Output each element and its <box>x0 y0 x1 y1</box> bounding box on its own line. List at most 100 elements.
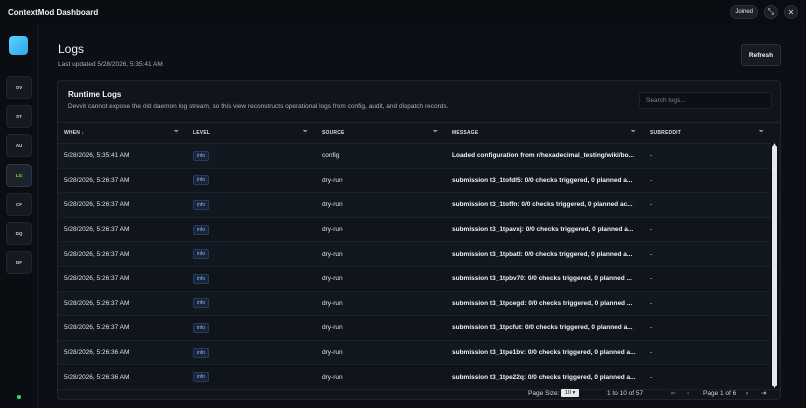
cell-message: submission t3_1tpavxj: 0/0 checks trigge… <box>452 226 634 234</box>
cell-when: 5/28/2026, 5:26:37 AM <box>64 176 130 184</box>
cell-when: 5/28/2026, 5:26:37 AM <box>64 324 130 332</box>
first-page-icon[interactable]: ⇤ <box>671 389 676 397</box>
level-badge: info <box>193 322 210 333</box>
sidebar-item-label: CF <box>16 202 22 207</box>
level-badge: info <box>193 150 210 161</box>
next-page-icon[interactable]: › <box>746 390 748 397</box>
cell-source: dry-run <box>322 373 343 381</box>
cell-source: dry-run <box>322 349 343 357</box>
cell-when: 5/28/2026, 5:26:37 AM <box>64 226 130 234</box>
status-dot-icon <box>17 395 21 399</box>
page-size-select[interactable]: 10 ▾ <box>561 389 579 397</box>
level-badge: info <box>193 298 210 309</box>
filter-icon[interactable]: ⏷ <box>759 129 764 135</box>
table-row[interactable]: 5/28/2026, 5:26:37 AM info dry-run submissi… <box>58 193 780 218</box>
cell-message: submission t3_1tpcegd: 0/0 checks trigge… <box>452 299 633 307</box>
cell-source: dry-run <box>322 299 343 307</box>
sidebar-item-df[interactable]: DF <box>6 251 32 274</box>
table-row[interactable]: 5/28/2026, 5:26:37 AM info dry-run submissi… <box>58 267 780 292</box>
table-row[interactable]: 5/28/2026, 5:26:37 AM info dry-run submissi… <box>58 242 780 267</box>
last-page-icon[interactable]: ⇥ <box>761 389 766 397</box>
level-badge: info <box>193 372 210 383</box>
scroll-up-icon[interactable]: ▲ <box>772 142 777 148</box>
cell-message: submission t3_1tpbatl: 0/0 checks trigge… <box>452 250 633 258</box>
column-label: MESSAGE <box>452 130 479 136</box>
column-header-subreddit[interactable]: SUBREDDIT ⏷ <box>644 122 772 144</box>
cell-source: dry-run <box>322 201 343 209</box>
sidebar-item-cf[interactable]: CF <box>6 193 32 216</box>
cell-message: submission t3_1tpbv70: 0/0 checks trigge… <box>452 275 632 283</box>
top-bar: ContextMod Dashboard Joined ⤡ ✕ <box>0 0 806 24</box>
cell-when: 5/28/2026, 5:26:37 AM <box>64 250 130 258</box>
cell-level: info <box>187 199 316 210</box>
sidebar-item-dq[interactable]: DQ <box>6 222 32 245</box>
cell-level: info <box>187 347 316 358</box>
page-indicator: Page 1 of 6 <box>703 389 737 397</box>
runtime-logs-card: Runtime Logs Devvit cannot expose the ol… <box>57 80 781 400</box>
column-header-source[interactable]: SOURCE ⏷ <box>316 122 446 144</box>
refresh-button[interactable]: Refresh <box>741 44 781 66</box>
table-row[interactable]: 5/28/2026, 5:35:41 AM info config Loaded co… <box>58 144 780 169</box>
filter-icon[interactable]: ⏷ <box>433 129 438 135</box>
cell-message: submission t3_1tpe1bv: 0/0 checks trigge… <box>452 349 636 357</box>
column-label: SUBREDDIT <box>650 130 681 136</box>
search-input[interactable] <box>639 92 772 109</box>
cell-subreddit: - <box>650 226 653 234</box>
sidebar-item-label: AU <box>15 143 23 148</box>
prev-page-icon[interactable]: ‹ <box>687 390 689 397</box>
close-icon[interactable]: ✕ <box>784 5 798 19</box>
cell-level: info <box>187 150 316 161</box>
table-row[interactable]: 5/28/2026, 5:26:37 AM info dry-run submissi… <box>58 169 780 194</box>
app-logo[interactable] <box>9 36 28 55</box>
cell-subreddit: - <box>650 176 653 184</box>
expand-icon[interactable]: ⤡ <box>764 5 778 19</box>
sidebar-item-label: ST <box>16 114 22 119</box>
column-header-level[interactable]: LEVEL ⏷ <box>187 122 316 144</box>
table-row[interactable]: 5/28/2026, 5:26:36 AM info dry-run submissi… <box>58 340 780 366</box>
cell-when: 5/28/2026, 5:35:41 AM <box>64 152 130 160</box>
cell-subreddit: - <box>650 324 653 332</box>
joined-button[interactable]: Joined <box>730 5 758 19</box>
last-updated: Last updated 5/28/2026, 5:35:41 AM <box>58 61 163 68</box>
level-badge: info <box>193 199 210 210</box>
filter-icon[interactable]: ⏷ <box>174 129 179 135</box>
cell-level: info <box>187 298 316 309</box>
sidebar-item-label: DF <box>16 260 22 265</box>
app-title: ContextMod Dashboard <box>8 7 99 17</box>
table-header: WHEN ↓ ⏷ LEVEL ⏷ SOURCE ⏷ MESSAGE ⏷ SUBREDDI… <box>58 122 780 144</box>
chevron-down-icon: ▾ <box>572 390 576 396</box>
cell-level: info <box>187 322 316 333</box>
top-actions: Joined ⤡ ✕ <box>730 5 798 19</box>
cell-subreddit: - <box>650 250 653 258</box>
cell-level: info <box>187 372 316 383</box>
cell-level: info <box>187 224 316 235</box>
sidebar-item-ov[interactable]: OV <box>6 76 32 99</box>
sidebar-item-lg[interactable]: LG <box>6 164 32 187</box>
table-row[interactable]: 5/28/2026, 5:26:37 AM info dry-run submissi… <box>58 218 780 243</box>
page-title: Logs <box>58 42 85 56</box>
column-header-when[interactable]: WHEN ↓ ⏷ <box>58 122 187 144</box>
column-label: LEVEL <box>193 130 211 136</box>
cell-subreddit: - <box>650 373 653 381</box>
sidebar-item-st[interactable]: ST <box>6 105 32 128</box>
sidebar-item-au[interactable]: AU <box>6 134 32 157</box>
scrollbar-thumb[interactable] <box>772 146 777 386</box>
cell-message: submission t3_1tpcfut: 0/0 checks trigge… <box>452 324 633 332</box>
filter-icon[interactable]: ⏷ <box>631 129 636 135</box>
level-badge: info <box>193 249 210 260</box>
column-label: SOURCE <box>322 130 345 136</box>
table-row[interactable]: 5/28/2026, 5:26:37 AM info dry-run submissi… <box>58 291 780 317</box>
page-size-label: Page Size: <box>528 389 560 397</box>
level-badge: info <box>193 347 210 358</box>
filter-icon[interactable]: ⏷ <box>303 129 308 135</box>
table-row[interactable]: 5/28/2026, 5:26:37 AM info dry-run submissi… <box>58 316 780 341</box>
cell-when: 5/28/2026, 5:26:36 AM <box>64 349 130 357</box>
cell-when: 5/28/2026, 5:26:37 AM <box>64 275 130 283</box>
level-badge: info <box>193 175 210 186</box>
cell-level: info <box>187 249 316 260</box>
cell-source: dry-run <box>322 250 343 258</box>
cell-source: dry-run <box>322 226 343 234</box>
column-header-message[interactable]: MESSAGE ⏷ <box>446 122 644 144</box>
logs-table: WHEN ↓ ⏷ LEVEL ⏷ SOURCE ⏷ MESSAGE ⏷ SUBREDDI… <box>58 122 780 390</box>
cell-when: 5/28/2026, 5:26:36 AM <box>64 373 130 381</box>
